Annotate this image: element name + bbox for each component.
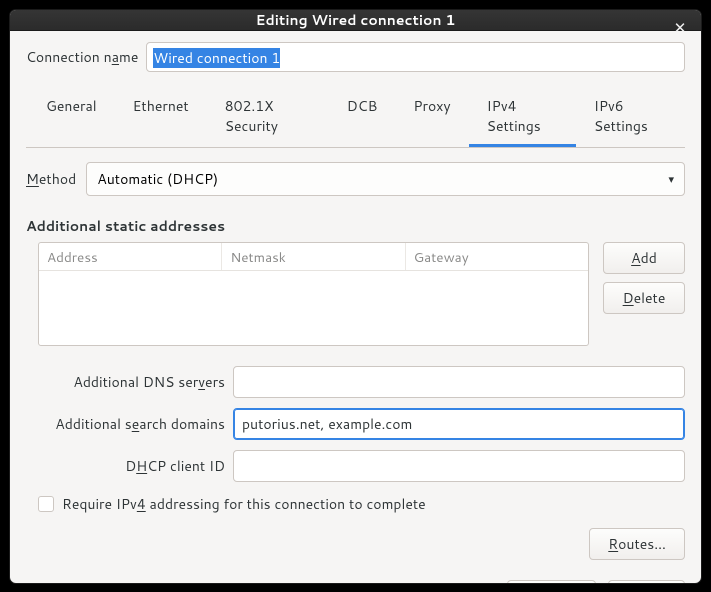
search-domains-label: Additional search domains — [55, 414, 233, 434]
col-gateway: Gateway — [406, 243, 588, 270]
method-row: Method Automatic (DHCP) ▾ — [26, 162, 685, 196]
addresses-header: Address Netmask Gateway — [39, 243, 588, 271]
addresses-heading: Additional static addresses — [26, 216, 685, 236]
tab-ethernet[interactable]: Ethernet — [115, 88, 207, 147]
cancel-button[interactable]: Cancel — [507, 580, 597, 584]
addresses-area: Address Netmask Gateway Add Delete — [38, 242, 685, 346]
connection-name-input[interactable] — [146, 42, 685, 72]
dns-servers-label: Additional DNS servers — [73, 372, 233, 392]
dialog-window: Editing Wired connection 1 ✕ Connection … — [9, 9, 702, 584]
titlebar: Editing Wired connection 1 ✕ — [10, 10, 701, 31]
addresses-table[interactable]: Address Netmask Gateway — [38, 242, 589, 346]
window-title: Editing Wired connection 1 — [256, 10, 456, 30]
dhcp-client-id-label: DHCP client ID — [125, 456, 233, 476]
save-button[interactable]: Save — [608, 580, 685, 584]
connection-name-label: Connection name — [26, 47, 138, 67]
dns-servers-input[interactable] — [233, 366, 685, 398]
tab-dcb[interactable]: DCB — [329, 88, 396, 147]
connection-name-row: Connection name Wired connection 1 — [26, 42, 685, 72]
routes-button[interactable]: Routes… — [589, 528, 685, 560]
tab-security[interactable]: 802.1X Security — [207, 88, 329, 147]
dialog-footer: Cancel Save — [10, 570, 701, 584]
require-ipv4-row: Require IPv4 addressing for this connect… — [38, 494, 685, 514]
tab-ipv4-settings[interactable]: IPv4 Settings — [469, 88, 576, 147]
require-ipv4-label: Require IPv4 addressing for this connect… — [62, 494, 426, 514]
col-address: Address — [39, 243, 222, 270]
method-label: Method — [26, 169, 76, 189]
chevron-down-icon: ▾ — [668, 171, 674, 187]
method-value: Automatic (DHCP) — [97, 169, 218, 189]
fields-grid: Additional DNS servers Additional search… — [38, 366, 685, 482]
add-button[interactable]: Add — [603, 242, 685, 274]
tab-proxy[interactable]: Proxy — [395, 88, 468, 147]
tab-ipv6-settings[interactable]: IPv6 Settings — [576, 88, 683, 147]
delete-button[interactable]: Delete — [603, 282, 685, 314]
close-icon[interactable]: ✕ — [669, 16, 691, 38]
tab-general[interactable]: General — [28, 88, 115, 147]
require-ipv4-checkbox[interactable] — [38, 496, 54, 512]
addresses-buttons: Add Delete — [603, 242, 685, 346]
method-select[interactable]: Automatic (DHCP) ▾ — [86, 162, 685, 196]
search-domains-input[interactable] — [233, 408, 685, 440]
routes-row: Routes… — [26, 528, 685, 560]
tabs: General Ethernet 802.1X Security DCB Pro… — [26, 88, 685, 148]
content-area: Connection name Wired connection 1 Gener… — [10, 31, 701, 570]
col-netmask: Netmask — [222, 243, 405, 270]
dhcp-client-id-input[interactable] — [233, 450, 685, 482]
ipv4-pane: Method Automatic (DHCP) ▾ Additional sta… — [26, 148, 685, 560]
